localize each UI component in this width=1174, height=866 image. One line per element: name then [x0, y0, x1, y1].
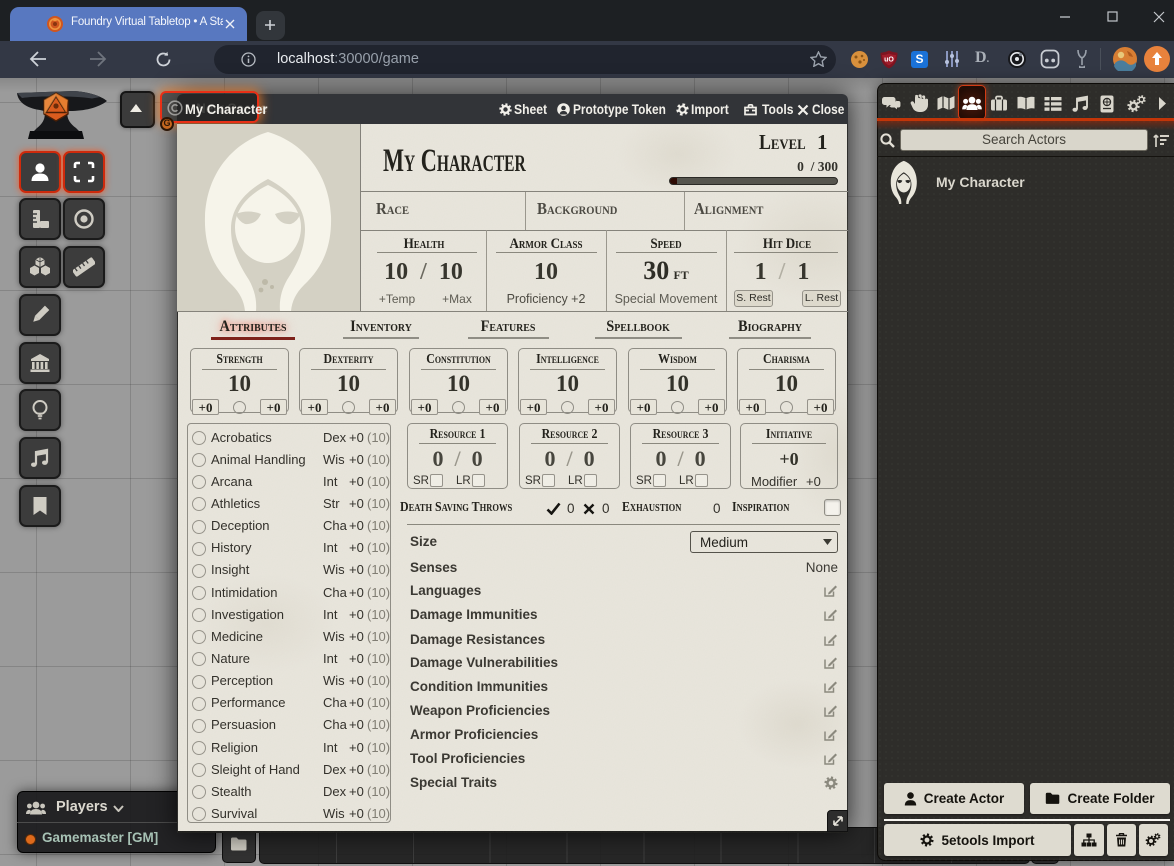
svg-text:uO: uO [884, 57, 894, 64]
